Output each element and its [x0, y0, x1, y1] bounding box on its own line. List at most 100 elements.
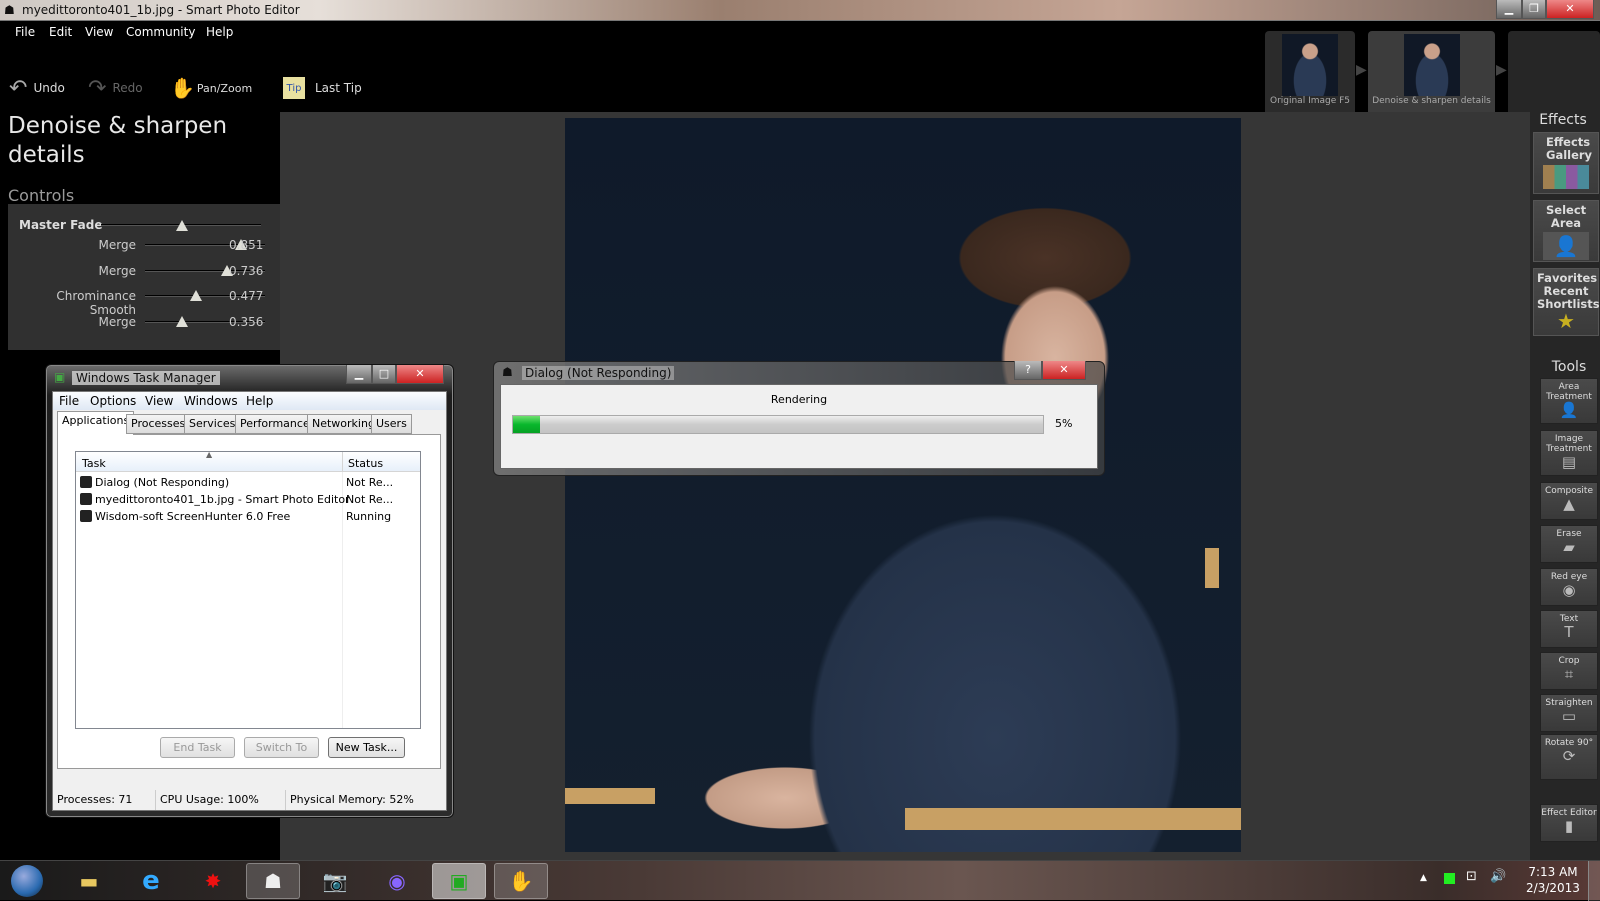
- slider-value: 0.736: [229, 263, 264, 278]
- tm-close-button[interactable]: ✕: [396, 365, 444, 384]
- gradient-icon: ▤: [1561, 453, 1577, 471]
- undo-button[interactable]: ↶ Undo: [9, 76, 65, 101]
- column-task[interactable]: Task: [82, 457, 106, 470]
- taskbar-task-manager[interactable]: ▣: [432, 863, 486, 899]
- menu-view[interactable]: View: [85, 25, 113, 39]
- text-icon: T: [1564, 623, 1574, 641]
- tab-applications[interactable]: Applications: [57, 411, 135, 435]
- photo-canvas[interactable]: [565, 118, 1241, 852]
- history-original[interactable]: Original Image F5: [1265, 31, 1355, 112]
- eye-icon: ◉: [1562, 581, 1576, 599]
- tm-menu-view[interactable]: View: [145, 394, 173, 408]
- history-thumbnail: [1403, 34, 1460, 96]
- chair-arm: [565, 788, 655, 804]
- red-splat-icon: ✸: [204, 869, 222, 893]
- effects-gallery-label: Effects Gallery: [1546, 135, 1593, 162]
- status-processes: Processes: 71: [53, 790, 156, 810]
- task-status: Not Re...: [346, 493, 394, 506]
- master-fade-label: Master Fade: [19, 218, 103, 232]
- show-desktop-button[interactable]: [1588, 861, 1600, 901]
- tool-text-button[interactable]: Text T: [1540, 610, 1598, 648]
- tm-menu-windows[interactable]: Windows: [184, 394, 238, 408]
- last-tip-button[interactable]: Tip Last Tip: [283, 76, 362, 100]
- tip-note-icon: Tip: [283, 77, 305, 99]
- tool-straighten-button[interactable]: Straighten ▭: [1540, 694, 1598, 732]
- clock[interactable]: 7:13 AM 2/3/2013: [1518, 864, 1588, 896]
- start-button[interactable]: [2, 863, 52, 899]
- task-list: ▲ Task Status Dialog (Not Responding) No…: [75, 450, 421, 729]
- progress-bar: [512, 415, 1044, 434]
- tab-networking[interactable]: Networking: [307, 414, 380, 434]
- redo-button[interactable]: ↷ Redo: [88, 76, 143, 101]
- taskbar-ie[interactable]: e: [124, 863, 178, 899]
- tool-red-eye-button[interactable]: Red eye ◉: [1540, 568, 1598, 606]
- tm-menu-file[interactable]: File: [59, 394, 79, 408]
- column-status[interactable]: Status: [348, 457, 383, 470]
- history-denoise[interactable]: Denoise & sharpen details: [1368, 31, 1495, 112]
- volume-icon[interactable]: 🔊: [1490, 869, 1506, 884]
- menu-help[interactable]: Help: [206, 25, 233, 39]
- menu-edit[interactable]: Edit: [49, 25, 72, 39]
- task-name: Wisdom-soft ScreenHunter 6.0 Free: [95, 510, 291, 523]
- tm-menu-options[interactable]: Options: [90, 394, 136, 408]
- tm-menu-help[interactable]: Help: [246, 394, 273, 408]
- tab-processes[interactable]: Processes: [126, 414, 191, 434]
- effects-gallery-button[interactable]: Effects Gallery: [1533, 132, 1599, 194]
- slider-thumb[interactable]: [190, 290, 202, 301]
- select-area-label: Select Area: [1546, 203, 1587, 230]
- menu-file[interactable]: File: [15, 25, 35, 39]
- switch-to-button[interactable]: Switch To: [244, 737, 319, 758]
- sort-up-icon: ▲: [206, 450, 213, 459]
- tool-crop-button[interactable]: Crop ⌗: [1540, 652, 1598, 690]
- close-button[interactable]: ✕: [1546, 0, 1594, 19]
- taskbar-pro-app[interactable]: ✋: [494, 863, 548, 899]
- taskbar-photo-app[interactable]: 📷: [308, 863, 362, 899]
- network-icon[interactable]: ⊡: [1466, 869, 1477, 884]
- taskbar-lens-app[interactable]: ◉: [370, 863, 424, 899]
- new-task-button[interactable]: New Task...: [328, 737, 405, 758]
- tool-erase-button[interactable]: Erase ▰: [1540, 525, 1598, 563]
- effect-title: Denoise & sharpen details: [8, 113, 228, 168]
- taskbar-explorer[interactable]: ▬: [62, 863, 116, 899]
- taskbar-screenhunter[interactable]: ✸: [186, 863, 240, 899]
- slider-thumb[interactable]: [176, 315, 188, 327]
- pan-zoom-label: Pan/Zoom: [196, 81, 253, 95]
- show-hidden-icons[interactable]: ▲: [1420, 873, 1427, 883]
- tool-rotate-90--button[interactable]: Rotate 90° ⟳: [1540, 734, 1598, 780]
- slider-value: 0.851: [229, 238, 264, 252]
- tool-area-treatment-button[interactable]: Area Treatment 👤: [1540, 378, 1598, 424]
- slider-label: Merge: [98, 314, 136, 329]
- chair-post: [1205, 548, 1219, 588]
- pan-zoom-button[interactable]: ✋ Pan/Zoom: [170, 76, 252, 100]
- tm-minimize-button[interactable]: ▁: [346, 365, 372, 384]
- tool-effect-editor-button[interactable]: Effect Editor ▮: [1540, 804, 1598, 842]
- favorites-button[interactable]: Favorites Recent Shortlists ★: [1533, 268, 1600, 336]
- history-thumbnail: [1282, 34, 1338, 96]
- minimize-button[interactable]: ▁: [1496, 0, 1522, 19]
- green-tray-icon[interactable]: [1444, 873, 1455, 884]
- color-grid-icon: [1543, 165, 1589, 189]
- taskbar-smart-photo-editor[interactable]: ☗: [246, 863, 300, 899]
- tm-maximize-button[interactable]: □: [372, 365, 396, 384]
- master-fade-thumb[interactable]: [176, 220, 188, 231]
- window-title: myedittoronto401_1b.jpg - Smart Photo Ed…: [22, 3, 300, 17]
- task-name: Dialog (Not Responding): [95, 476, 230, 489]
- tab-services[interactable]: Services: [184, 414, 241, 434]
- app-icon: ☗: [4, 3, 15, 17]
- colorful-camera-icon: 📷: [322, 869, 348, 893]
- tab-performance[interactable]: Performance: [235, 414, 315, 434]
- slider-label: Merge: [98, 263, 136, 278]
- select-area-button[interactable]: Select Area 👤: [1533, 200, 1599, 262]
- tool-image-treatment-button[interactable]: Image Treatment ▤: [1540, 430, 1598, 476]
- help-button[interactable]: ?: [1014, 361, 1042, 380]
- menu-community[interactable]: Community: [126, 25, 195, 39]
- end-task-button[interactable]: End Task: [160, 737, 235, 758]
- effects-heading: Effects: [1539, 112, 1587, 128]
- tool-composite-button[interactable]: Composite ▲: [1540, 482, 1598, 520]
- dialog-close-button[interactable]: ✕: [1042, 361, 1086, 380]
- tool-label: Image Treatment: [1546, 434, 1592, 454]
- tab-users[interactable]: Users: [371, 414, 412, 434]
- progress-fill: [513, 416, 540, 433]
- progress-percent: 5%: [1055, 417, 1073, 430]
- restore-button[interactable]: ❐: [1522, 0, 1546, 19]
